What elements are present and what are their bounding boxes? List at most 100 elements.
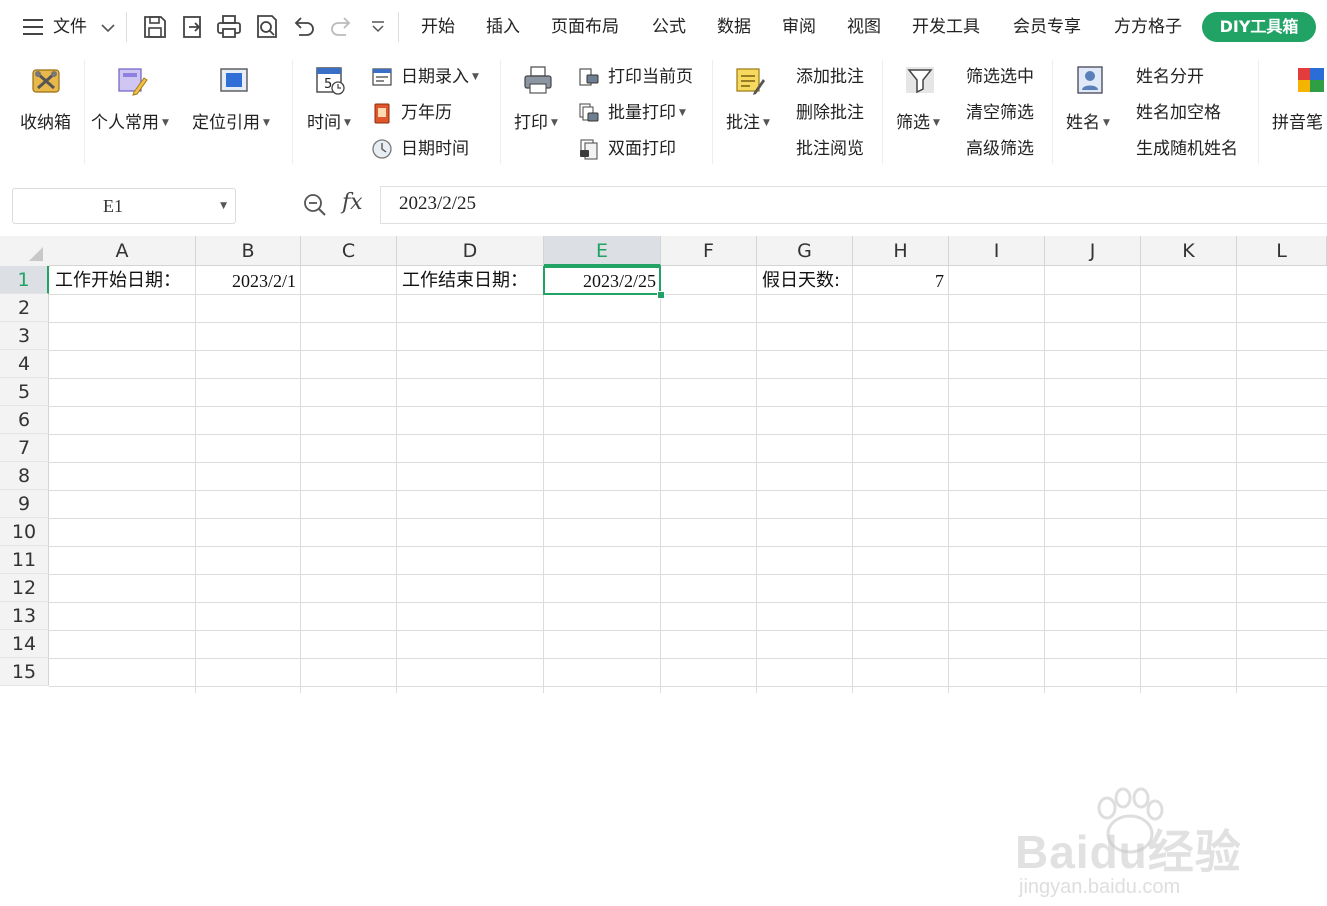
cell-g1[interactable]: 假日天数: [757, 267, 853, 294]
save-icon[interactable] [141, 13, 169, 41]
date-entry-button[interactable]: 日期录入 ▼ [371, 63, 491, 91]
row-header-8[interactable]: 8 [0, 462, 49, 490]
random-name-button[interactable]: 生成随机姓名 [1136, 135, 1238, 163]
print-page-icon [579, 68, 599, 86]
column-header-e[interactable]: E [544, 236, 661, 266]
row-header-13[interactable]: 13 [0, 602, 49, 630]
column-header-f[interactable]: F [661, 236, 757, 266]
split-name-button[interactable]: 姓名分开 [1136, 63, 1204, 91]
cell-b1[interactable]: 2023/2/1 [196, 267, 301, 294]
delete-comment-button[interactable]: 删除批注 [796, 99, 864, 127]
grid-line [49, 378, 1327, 379]
row-header-10[interactable]: 10 [0, 518, 49, 546]
grid-line [49, 546, 1327, 547]
row-header-12[interactable]: 12 [0, 574, 49, 602]
print-icon[interactable] [215, 13, 243, 41]
tab-page-layout[interactable]: 页面布局 [551, 10, 619, 44]
row-header-3[interactable]: 3 [0, 322, 49, 350]
tab-home[interactable]: 开始 [421, 10, 455, 44]
baidu-watermark: Baidu经验 jingyan.baidu.com [1015, 786, 1275, 906]
tab-data[interactable]: 数据 [717, 10, 751, 44]
row-header-14[interactable]: 14 [0, 630, 49, 658]
column-header-g[interactable]: G [757, 236, 853, 266]
print-current-page-button[interactable]: 打印当前页 [578, 63, 703, 91]
column-header-j[interactable]: J [1045, 236, 1141, 266]
export-icon[interactable] [179, 13, 207, 41]
grid-line [396, 266, 397, 693]
row-header-9[interactable]: 9 [0, 490, 49, 518]
name-add-space-button[interactable]: 姓名加空格 [1136, 99, 1221, 127]
grid-line [1044, 266, 1045, 693]
print-button[interactable]: 打印 ▼ [508, 60, 570, 164]
column-header-c[interactable]: C [301, 236, 397, 266]
column-header-k[interactable]: K [1141, 236, 1237, 266]
grid-line [49, 350, 1327, 351]
add-comment-button[interactable]: 添加批注 [796, 63, 864, 91]
row-header-5[interactable]: 5 [0, 378, 49, 406]
personal-common-button[interactable]: 个人常用 ▼ [90, 60, 180, 164]
tab-developer[interactable]: 开发工具 [912, 10, 980, 44]
grid-line [195, 266, 196, 693]
filter-button[interactable]: 筛选 ▼ [890, 60, 952, 164]
hamburger-menu-icon[interactable] [22, 17, 46, 37]
cell-h1[interactable]: 7 [853, 267, 949, 294]
date-time-button[interactable]: 日期时间 [371, 135, 491, 163]
date-entry-icon [372, 68, 392, 86]
row-header-6[interactable]: 6 [0, 406, 49, 434]
column-header-l[interactable]: L [1237, 236, 1327, 266]
chevron-down-icon[interactable] [100, 22, 116, 34]
grid-line [49, 574, 1327, 575]
column-header-b[interactable]: B [196, 236, 301, 266]
clear-filter-button[interactable]: 清空筛选 [966, 99, 1034, 127]
locate-reference-button[interactable]: 定位引用 ▼ [190, 60, 280, 164]
name-button[interactable]: 姓名 ▼ [1060, 60, 1122, 164]
grid-line [49, 518, 1327, 519]
zoom-out-icon[interactable] [302, 192, 328, 218]
formula-bar: E1 ▼ fx 2023/2/25 [0, 168, 1327, 236]
spreadsheet-grid[interactable]: A B C D E F G H I J K L 1 2 3 4 5 6 7 8 … [0, 236, 1327, 898]
function-icon[interactable]: fx [342, 190, 363, 215]
duplex-print-button[interactable]: 双面打印 [578, 135, 703, 163]
column-header-i[interactable]: I [949, 236, 1045, 266]
filter-selection-button[interactable]: 筛选选中 [966, 63, 1034, 91]
batch-print-button[interactable]: 批量打印 ▼ [578, 99, 703, 127]
tab-diy-toolbox[interactable]: DIY工具箱 [1202, 12, 1316, 42]
tab-review[interactable]: 审阅 [782, 10, 816, 44]
comment-button[interactable]: 批注 ▼ [720, 60, 782, 164]
view-comments-button[interactable]: 批注阅览 [796, 135, 864, 163]
storage-box-button[interactable]: 收纳箱 [14, 60, 78, 164]
column-header-a[interactable]: A [49, 236, 196, 266]
tab-formulas[interactable]: 公式 [652, 10, 686, 44]
name-box-dropdown-icon[interactable]: ▼ [220, 189, 227, 223]
name-box[interactable]: E1 ▼ [12, 188, 236, 224]
row-header-1[interactable]: 1 [0, 266, 49, 294]
time-button[interactable]: 5 时间 ▼ [302, 60, 362, 164]
select-all-corner[interactable] [0, 236, 50, 267]
pinyin-button[interactable]: 拼音笔 [1266, 60, 1327, 164]
advanced-filter-button[interactable]: 高级筛选 [966, 135, 1034, 163]
grid-line [49, 294, 1327, 295]
column-header-d[interactable]: D [397, 236, 544, 266]
perpetual-calendar-button[interactable]: 万年历 [371, 99, 491, 127]
column-header-h[interactable]: H [853, 236, 949, 266]
grid-line [49, 630, 1327, 631]
file-menu[interactable]: 文件 [53, 10, 87, 44]
formula-input[interactable]: 2023/2/25 [380, 186, 1327, 224]
row-header-11[interactable]: 11 [0, 546, 49, 574]
row-header-7[interactable]: 7 [0, 434, 49, 462]
grid-line [756, 266, 757, 693]
tab-member[interactable]: 会员专享 [1013, 10, 1081, 44]
cell-d1[interactable]: 工作结束日期： [397, 267, 544, 294]
customize-toolbar-icon[interactable] [370, 20, 386, 34]
row-header-4[interactable]: 4 [0, 350, 49, 378]
undo-icon[interactable] [289, 13, 317, 41]
print-preview-icon[interactable] [253, 13, 281, 41]
fill-handle[interactable] [657, 291, 665, 299]
redo-icon[interactable] [328, 13, 356, 41]
tab-insert[interactable]: 插入 [486, 10, 520, 44]
person-card-icon [1077, 66, 1103, 94]
tab-view[interactable]: 视图 [847, 10, 881, 44]
tab-fangfang[interactable]: 方方格子 [1114, 10, 1182, 44]
row-header-15[interactable]: 15 [0, 658, 49, 686]
row-header-2[interactable]: 2 [0, 294, 49, 322]
